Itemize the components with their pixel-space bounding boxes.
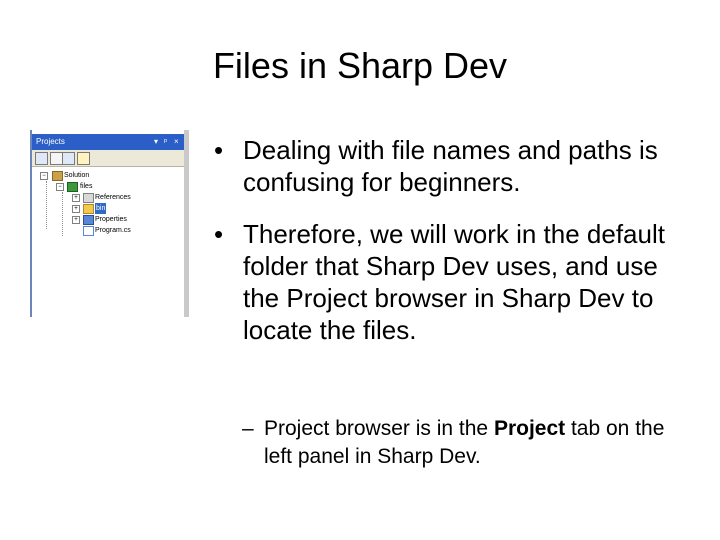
panel-close-icon[interactable]: ×	[174, 134, 179, 150]
properties-icon	[83, 215, 94, 225]
collapse-icon[interactable]: −	[56, 183, 64, 191]
tree-item-label: Properties	[95, 216, 127, 223]
tree-item-label: Solution	[64, 172, 90, 179]
csharp-file-icon	[83, 226, 94, 236]
panel-pin-icon[interactable]: ᵖ	[164, 134, 167, 150]
expand-icon[interactable]: +	[72, 216, 80, 224]
panel-toolbar	[32, 150, 184, 167]
panel-scrollbar[interactable]	[184, 130, 189, 317]
project-icon	[67, 182, 78, 192]
folder-icon	[83, 204, 94, 214]
panel-dropdown-icon[interactable]: ▾	[154, 134, 158, 150]
panel-title: Projects	[36, 137, 65, 146]
tree-item-label: References	[95, 194, 131, 201]
references-icon	[83, 193, 94, 203]
project-tree: − Solution − files + References + bin + …	[36, 170, 182, 310]
bullet-text: Therefore, we will work in the default f…	[243, 219, 665, 345]
project-panel-screenshot: Projects ▾ ᵖ × − Solution − files + Refe…	[30, 130, 189, 317]
tree-guide-line	[62, 192, 63, 236]
bullet-marker: •	[214, 219, 224, 249]
sub-bullet-marker: –	[242, 417, 254, 440]
collapse-icon[interactable]: −	[40, 172, 48, 180]
slide-title: Files in Sharp Dev	[212, 45, 508, 86]
tree-item-label: bin	[95, 203, 107, 214]
bullet-text: Dealing with file names and paths is con…	[243, 135, 658, 197]
tree-item-label: Program.cs	[95, 227, 131, 234]
toolbar-refresh-icon[interactable]	[77, 152, 90, 165]
expand-icon[interactable]: +	[72, 205, 80, 213]
toolbar-properties-icon[interactable]	[35, 152, 48, 165]
sub-text-part: Project browser is in the	[264, 417, 494, 440]
tree-guide-line	[46, 181, 47, 229]
sub-text-bold: Project	[493, 417, 566, 440]
solution-icon	[52, 171, 63, 181]
bullet-marker: •	[214, 135, 224, 165]
tree-item-label: files	[80, 183, 93, 190]
panel-titlebar: Projects ▾ ᵖ ×	[32, 134, 184, 150]
toolbar-collapse-icon[interactable]	[62, 152, 75, 165]
sub-bullet-text: Project browser is in the Project tab on…	[264, 415, 684, 471]
expand-icon[interactable]: +	[72, 194, 80, 202]
